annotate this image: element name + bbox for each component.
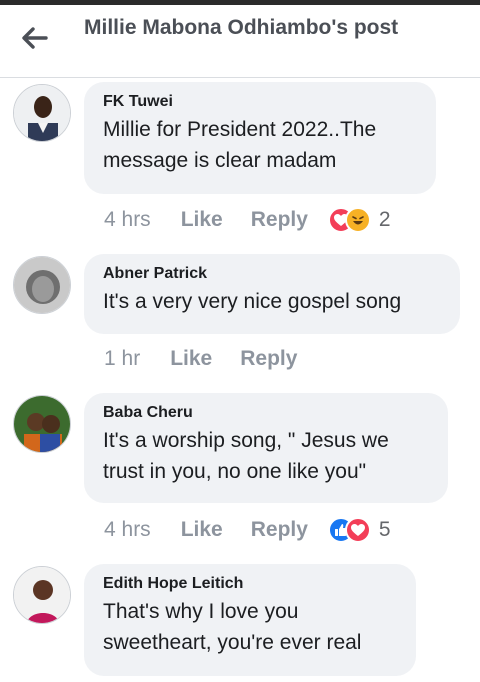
avatar[interactable] <box>13 566 71 624</box>
reaction-count: 5 <box>378 518 391 541</box>
comment-time[interactable]: 1 hr <box>104 347 140 371</box>
like-button[interactable]: Like <box>170 347 212 371</box>
arrow-left-icon <box>22 27 48 49</box>
comment-author[interactable]: FK Tuwei <box>103 92 417 112</box>
comment-author[interactable]: Abner Patrick <box>103 264 441 284</box>
reactions-summary[interactable]: 2 <box>327 207 391 233</box>
laughing-face-icon <box>344 207 371 233</box>
back-button[interactable] <box>18 21 52 55</box>
reaction-count: 2 <box>378 208 391 231</box>
comment-time[interactable]: 4 hrs <box>104 518 151 542</box>
comment-actions: 4 hrs Like Reply 5 <box>104 515 391 545</box>
comment-author[interactable]: Edith Hope Leitich <box>103 574 397 594</box>
avatar[interactable] <box>13 256 71 314</box>
comment-actions: 4 hrs Like Reply 2 <box>104 205 391 235</box>
reply-button[interactable]: Reply <box>240 347 297 371</box>
reply-button[interactable]: Reply <box>251 518 308 542</box>
comment-author[interactable]: Baba Cheru <box>103 403 429 423</box>
page-title: Millie Mabona Odhiambo's post <box>84 16 399 39</box>
comment-text: It's a worship song, " Jesus we trust in… <box>103 429 389 483</box>
avatar[interactable] <box>13 395 71 453</box>
post-header: Millie Mabona Odhiambo's post <box>0 5 480 78</box>
avatar[interactable] <box>13 84 71 142</box>
comment-bubble: Abner Patrick It's a very very nice gosp… <box>84 254 460 334</box>
comment-bubble: Edith Hope Leitich That's why I love you… <box>84 564 416 676</box>
comment-text: Millie for President 2022..The message i… <box>103 118 377 172</box>
reply-button[interactable]: Reply <box>251 208 308 232</box>
comment-bubble: Baba Cheru It's a worship song, " Jesus … <box>84 393 448 503</box>
comment-actions: 1 hr Like Reply <box>104 344 325 374</box>
comment-time[interactable]: 4 hrs <box>104 208 151 232</box>
comment-text: That's why I love you sweetheart, you're… <box>103 600 362 654</box>
comment-text: It's a very very nice gospel song <box>103 290 402 313</box>
comment-bubble: FK Tuwei Millie for President 2022..The … <box>84 82 436 194</box>
reactions-summary[interactable]: 5 <box>327 517 391 543</box>
like-button[interactable]: Like <box>181 208 223 232</box>
like-button[interactable]: Like <box>181 518 223 542</box>
heart-icon <box>344 517 371 543</box>
